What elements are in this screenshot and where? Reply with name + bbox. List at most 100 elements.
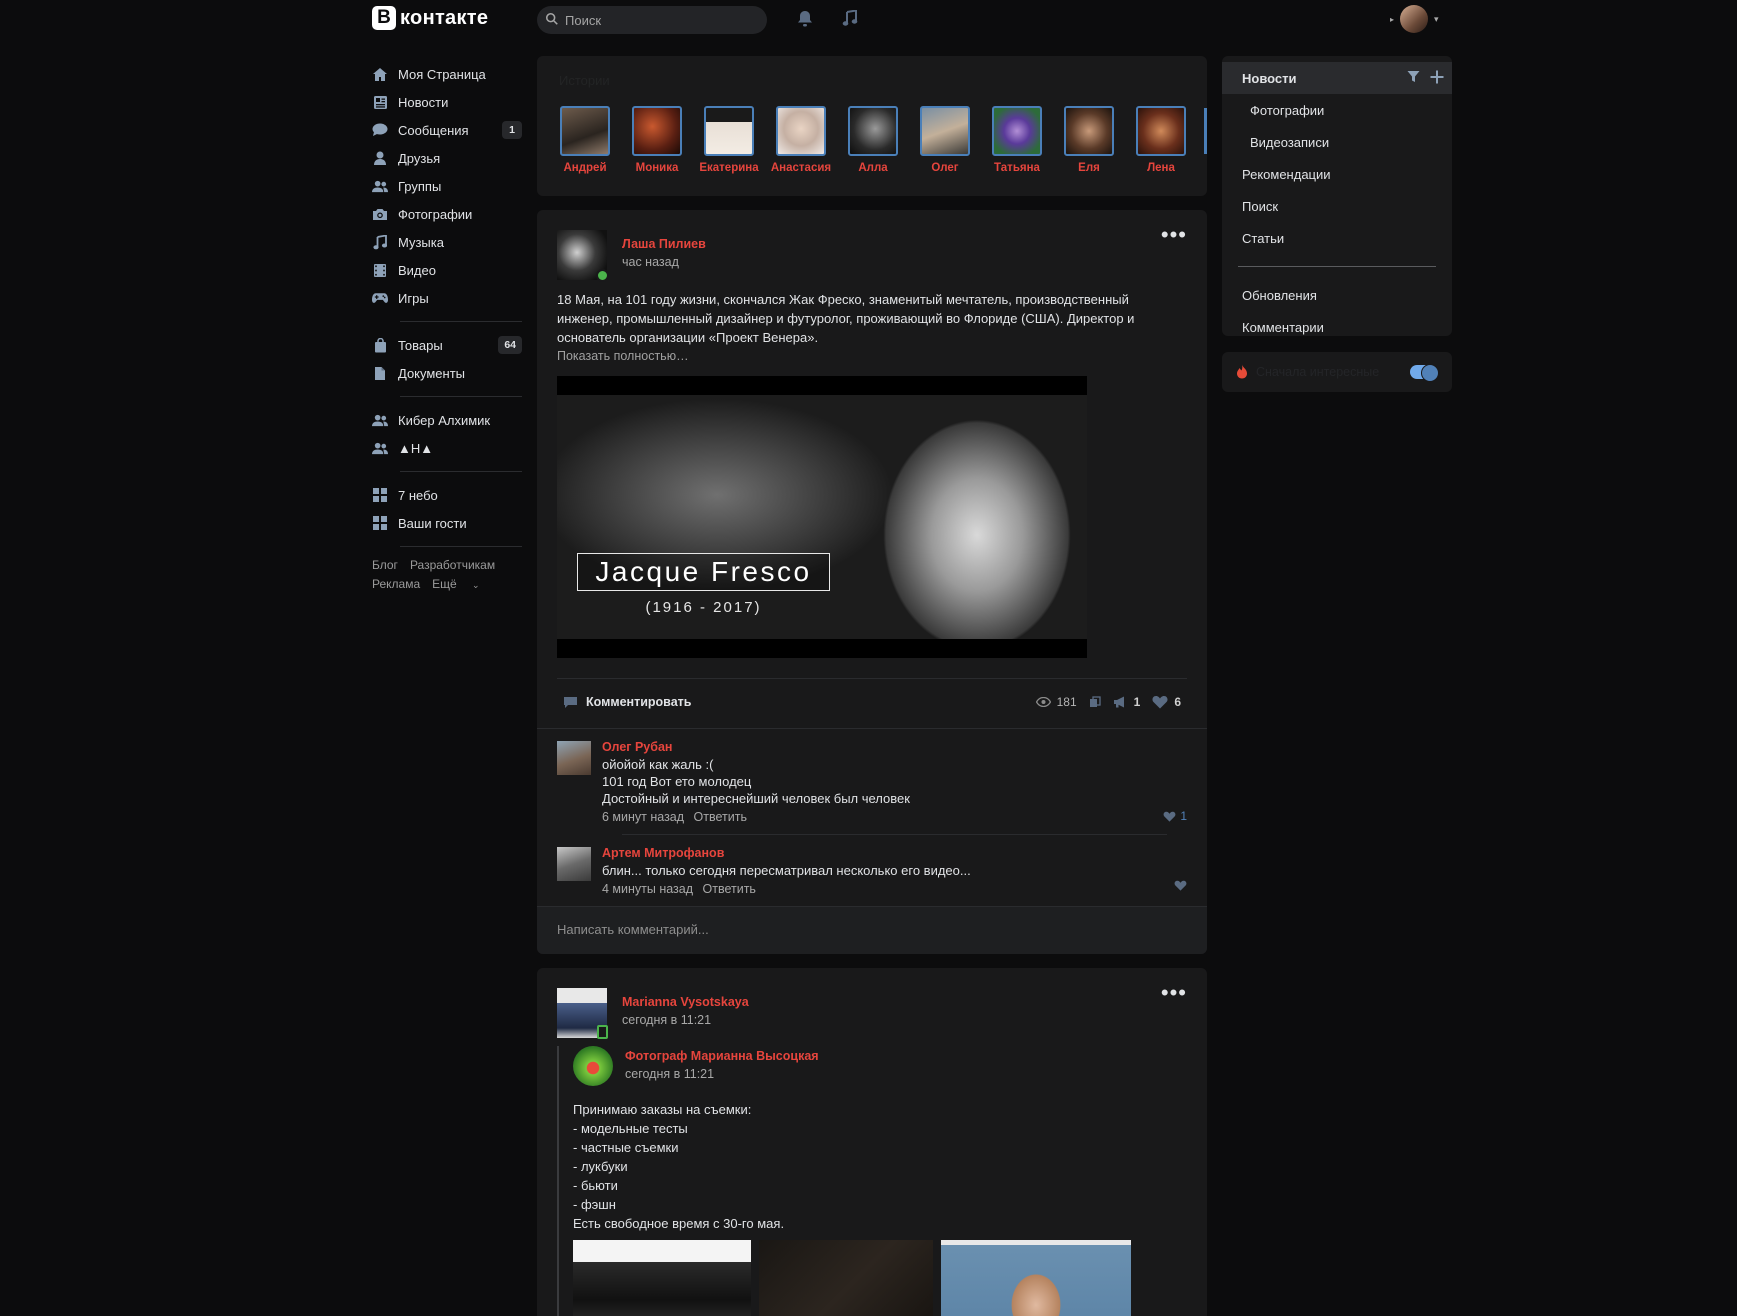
comment-author[interactable]: Олег Рубан <box>602 739 1187 756</box>
filter-news[interactable]: Новости <box>1222 62 1452 94</box>
stories-next-edge[interactable] <box>1204 108 1207 154</box>
reply-link[interactable]: Ответить <box>703 882 756 896</box>
photo-thumbnail[interactable] <box>941 1240 1131 1316</box>
document-icon <box>372 365 388 381</box>
nav-app-7-nebo[interactable]: 7 небо <box>372 481 522 509</box>
nav-goods[interactable]: Товары 64 <box>372 331 522 359</box>
copy-icon <box>1089 696 1101 707</box>
nav-video[interactable]: Видео <box>372 256 522 284</box>
avatar <box>704 106 754 156</box>
post-time[interactable]: час назад <box>622 255 706 269</box>
more-options-icon[interactable]: ••• <box>1161 982 1187 1004</box>
search-box[interactable] <box>537 6 767 34</box>
post-text: Принимаю заказы на съемки: - модельные т… <box>573 1102 785 1231</box>
post-text: 18 Мая, на 101 году жизни, скончался Жак… <box>557 290 1157 366</box>
nav-app-guests[interactable]: Ваши гости <box>372 509 522 537</box>
comment-footer: 4 минуты назад Ответить <box>602 880 1187 898</box>
author-name[interactable]: Лаша Пилиев <box>622 237 706 251</box>
comment-time[interactable]: 4 минуты назад <box>602 882 693 896</box>
search-icon <box>545 12 559 29</box>
share-button[interactable]: 1 <box>1113 695 1140 709</box>
show-more-link[interactable]: Показать полностью… <box>557 347 1157 366</box>
nav-group-ana[interactable]: ▲Н▲ <box>372 434 522 462</box>
post-time[interactable]: сегодня в 11:21 <box>622 1013 749 1027</box>
comment-button[interactable]: Комментировать <box>563 695 691 709</box>
eye-icon <box>1035 697 1051 707</box>
repost-button[interactable] <box>1089 696 1101 708</box>
story-item[interactable]: Андрей <box>554 106 616 174</box>
post-image[interactable]: Jacque Fresco (1916 - 2017) <box>557 376 1087 658</box>
story-item[interactable]: Еля <box>1058 106 1120 174</box>
avatar[interactable] <box>557 847 591 881</box>
nav-my-page[interactable]: Моя Страница <box>372 60 522 88</box>
gamepad-icon <box>372 290 388 306</box>
repost-author-name[interactable]: Фотограф Марианна Высоцкая <box>625 1049 819 1063</box>
photo-thumbnail[interactable] <box>759 1240 933 1316</box>
author-name[interactable]: Marianna Vysotskaya <box>622 995 749 1009</box>
more-options-icon[interactable]: ••• <box>1161 224 1187 246</box>
music-note-icon[interactable] <box>840 8 860 28</box>
story-item[interactable]: Моника <box>626 106 688 174</box>
nav-messages[interactable]: Сообщения 1 <box>372 116 522 144</box>
vk-logo[interactable]: В контакте <box>372 6 488 30</box>
chevron-down-icon: ▾ <box>1434 13 1439 24</box>
filter-articles[interactable]: Статьи <box>1222 222 1452 254</box>
filter-videos[interactable]: Видеозаписи <box>1222 126 1452 158</box>
comment-like-button[interactable] <box>1174 880 1187 891</box>
photo-thumbnail[interactable] <box>573 1240 751 1316</box>
filter-photos[interactable]: Фотографии <box>1222 94 1452 126</box>
footer-link-more[interactable]: Ещё ⌄ <box>432 577 491 591</box>
nav-news[interactable]: Новости <box>372 88 522 116</box>
like-button[interactable]: 6 <box>1152 695 1181 709</box>
comment-item: Олег Рубан ойойой как жаль :( 101 год Во… <box>537 729 1207 835</box>
footer-link-developers[interactable]: Разработчикам <box>410 558 495 572</box>
story-item[interactable]: Олег <box>914 106 976 174</box>
comment-text: Достойный и интереснейший человек был че… <box>602 791 910 806</box>
footer-link-blog[interactable]: Блог <box>372 558 398 572</box>
nav-groups[interactable]: Группы <box>372 172 522 200</box>
heart-icon <box>1152 696 1168 709</box>
nav-documents[interactable]: Документы <box>372 359 522 387</box>
filter-icon[interactable] <box>1407 70 1420 83</box>
filter-search[interactable]: Поиск <box>1222 190 1452 222</box>
news-icon <box>372 94 388 110</box>
interesting-first-toggle[interactable] <box>1410 364 1439 382</box>
news-filter-menu: Новости Фотографии Видеозаписи Рекоменда… <box>1222 56 1452 336</box>
nav-friends[interactable]: Друзья <box>372 144 522 172</box>
filter-comments[interactable]: Комментарии <box>1222 311 1452 343</box>
avatar[interactable] <box>557 988 608 1039</box>
nav-photos[interactable]: Фотографии <box>372 200 522 228</box>
plus-icon[interactable] <box>1430 70 1444 84</box>
filter-recommendations[interactable]: Рекомендации <box>1222 158 1452 190</box>
comment-author[interactable]: Артем Митрофанов <box>602 845 1187 862</box>
avatar <box>776 106 826 156</box>
comment-time[interactable]: 6 минут назад <box>602 810 684 824</box>
footer-link-ads[interactable]: Реклама <box>372 577 420 591</box>
bell-icon[interactable] <box>795 8 815 28</box>
write-comment-input[interactable] <box>557 922 1157 937</box>
story-item[interactable]: Лена <box>1130 106 1192 174</box>
nav-music[interactable]: Музыка <box>372 228 522 256</box>
post-card: Лаша Пилиев час назад ••• 18 Мая, на 101… <box>537 210 1207 954</box>
comment-like-button[interactable]: 1 <box>1163 809 1187 823</box>
story-item[interactable]: Екатерина <box>698 106 760 174</box>
avatar[interactable] <box>573 1046 613 1086</box>
nav-games[interactable]: Игры <box>372 284 522 312</box>
fire-icon <box>1237 364 1247 379</box>
search-input[interactable] <box>565 12 755 28</box>
music-icon <box>372 234 388 250</box>
friends-icon <box>372 150 388 166</box>
story-item[interactable]: Татьяна <box>986 106 1048 174</box>
nav-group-kiber-alkhimik[interactable]: Кибер Алхимик <box>372 406 522 434</box>
filter-updates[interactable]: Обновления <box>1222 279 1452 311</box>
profile-menu[interactable]: ▸ ▾ <box>1390 5 1439 33</box>
online-mobile-icon <box>597 1025 608 1039</box>
story-item[interactable]: Анастасия <box>770 106 832 174</box>
comment-footer: 6 минут назад Ответить <box>602 808 1187 826</box>
repost-time[interactable]: сегодня в 11:21 <box>625 1067 819 1081</box>
goods-count-badge: 64 <box>498 336 522 354</box>
avatar[interactable] <box>557 230 609 282</box>
avatar[interactable] <box>557 741 591 775</box>
reply-link[interactable]: Ответить <box>694 810 747 824</box>
story-item[interactable]: Алла <box>842 106 904 174</box>
